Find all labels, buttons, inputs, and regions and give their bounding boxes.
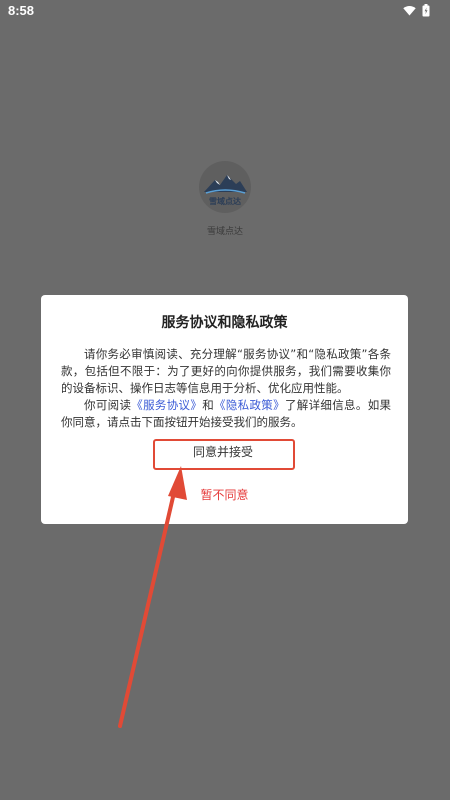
dialog-title: 服务协议和隐私政策 (161, 315, 288, 331)
disagree-button[interactable]: 暂不同意 (41, 486, 408, 503)
wifi-icon (403, 5, 416, 16)
status-bar: 8:58 (0, 0, 450, 22)
privacy-dialog: 服务协议和隐私政策 请你务必审慎阅读、充分理解“服务协议”和“隐私政策”各条款，… (41, 295, 408, 524)
para2-prefix: 你可阅读 (84, 398, 132, 412)
annotation-highlight-box (153, 439, 295, 470)
para2-and: 和 (202, 398, 215, 412)
app-logo: 雪域点达 (198, 160, 252, 214)
splash: 雪域点达 雪域点达 (0, 160, 450, 237)
logo-text: 雪域点达 (209, 196, 241, 206)
dialog-paragraph-2: 你可阅读《服务协议》和《隐私政策》了解详细信息。如果你同意，请点击下面按钮开始接… (61, 397, 391, 431)
status-icons (403, 4, 430, 17)
privacy-policy-link[interactable]: 《隐私政策》 (214, 398, 285, 412)
service-agreement-link[interactable]: 《服务协议》 (131, 398, 202, 412)
status-time: 8:58 (8, 3, 35, 18)
app-name: 雪域点达 (206, 227, 243, 237)
dialog-paragraph-1: 请你务必审慎阅读、充分理解“服务协议”和“隐私政策”各条款，包括但不限于：为了更… (61, 347, 391, 395)
dialog-body: 请你务必审慎阅读、充分理解“服务协议”和“隐私政策”各条款，包括但不限于：为了更… (61, 346, 391, 431)
battery-icon (422, 4, 430, 17)
